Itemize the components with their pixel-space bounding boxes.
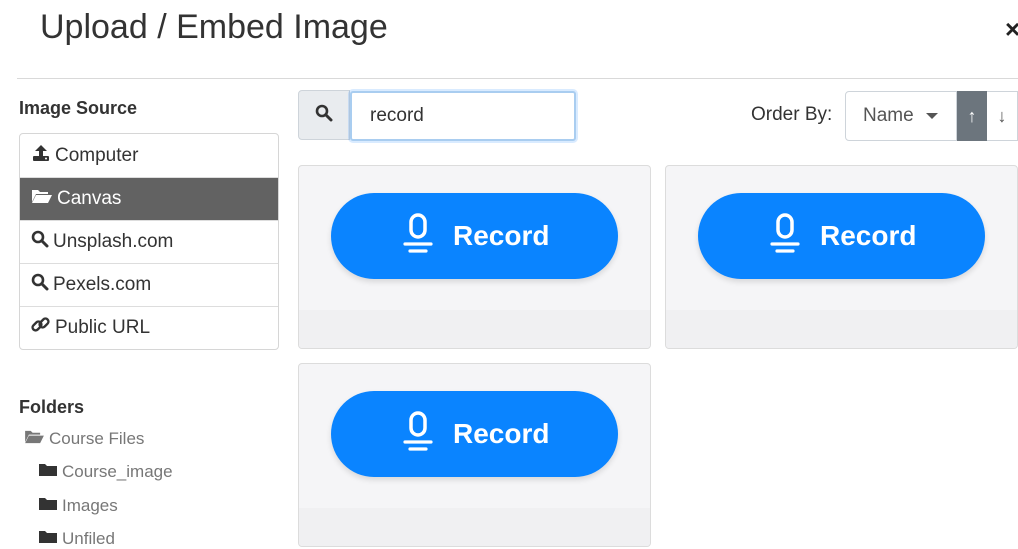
record-label: Record: [453, 220, 550, 251]
source-label: Computer: [55, 144, 139, 166]
source-item-pexels[interactable]: Pexels.com: [20, 263, 278, 306]
image-source-list: Computer Canvas Unsplash.com Pexels.com …: [19, 133, 279, 350]
close-button[interactable]: ×: [1005, 14, 1018, 45]
folder-icon: [38, 462, 62, 482]
folder-label: Unfiled: [62, 529, 115, 548]
folder-icon: [38, 496, 62, 516]
microphone-icon: [698, 212, 820, 260]
search-button[interactable]: [298, 90, 350, 140]
folder-course-image[interactable]: Course_image: [38, 462, 173, 482]
order-by-value: Name: [863, 105, 914, 126]
record-button-image: Record: [698, 193, 985, 279]
source-item-public-url[interactable]: Public URL: [20, 306, 278, 349]
search-input[interactable]: [350, 91, 576, 141]
folder-open-icon: [31, 188, 57, 210]
microphone-icon: [331, 410, 453, 458]
image-result-card[interactable]: Record: [298, 363, 651, 547]
search-icon: [315, 104, 333, 127]
sort-ascending-button[interactable]: ↑: [957, 91, 987, 141]
sort-descending-button[interactable]: ↓: [987, 91, 1018, 141]
source-label: Pexels.com: [53, 274, 152, 295]
record-label: Record: [820, 220, 917, 251]
record-label: Record: [453, 418, 550, 449]
order-by-label: Order By:: [751, 104, 833, 125]
folder-unfiled[interactable]: Unfiled: [38, 529, 115, 549]
source-label: Public URL: [55, 317, 151, 338]
dialog-title: Upload / Embed Image: [40, 8, 388, 46]
record-button-image: Record: [331, 193, 618, 279]
search-icon: [31, 230, 53, 254]
folder-label: Course Files: [49, 429, 145, 448]
search-icon: [31, 273, 53, 297]
source-item-unsplash[interactable]: Unsplash.com: [20, 220, 278, 263]
record-button-image: Record: [331, 391, 618, 477]
image-result-card[interactable]: Record: [298, 165, 651, 349]
folders-heading: Folders: [19, 397, 85, 417]
image-result-card[interactable]: Record: [665, 165, 1018, 349]
card-caption: [666, 310, 1017, 348]
link-icon: [31, 316, 55, 340]
source-label: Canvas: [57, 188, 122, 209]
header-divider: [17, 78, 1018, 79]
folder-icon: [38, 529, 62, 549]
source-item-computer[interactable]: Computer: [20, 134, 278, 177]
order-by-select[interactable]: Name: [845, 91, 957, 141]
folder-label: Course_image: [62, 462, 173, 481]
folder-label: Images: [62, 496, 118, 515]
upload-icon: [31, 144, 55, 168]
folder-open-icon: [24, 429, 49, 449]
source-label: Unsplash.com: [53, 231, 174, 252]
card-caption: [299, 508, 650, 546]
caret-down-icon: [925, 113, 938, 119]
image-source-heading: Image Source: [19, 98, 138, 118]
folder-course-files[interactable]: Course Files: [24, 429, 144, 449]
card-caption: [299, 310, 650, 348]
source-item-canvas[interactable]: Canvas: [20, 177, 278, 220]
microphone-icon: [331, 212, 453, 260]
folder-images[interactable]: Images: [38, 496, 118, 516]
